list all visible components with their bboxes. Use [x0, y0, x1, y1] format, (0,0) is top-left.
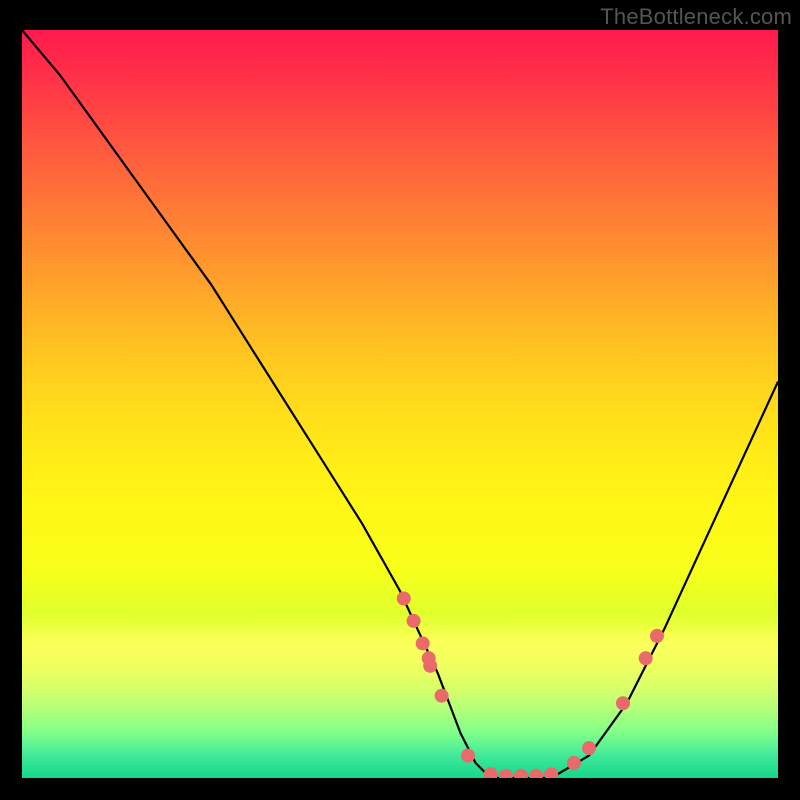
- curve-markers: [397, 592, 664, 779]
- curve-marker: [567, 756, 581, 770]
- curve-marker: [544, 767, 558, 778]
- chart-frame: TheBottleneck.com: [0, 0, 800, 800]
- watermark-text: TheBottleneck.com: [600, 4, 792, 30]
- curve-marker: [397, 592, 411, 606]
- curve-svg: [22, 30, 778, 778]
- curve-marker: [484, 767, 498, 778]
- bottleneck-curve: [22, 30, 778, 778]
- curve-marker: [514, 769, 528, 778]
- curve-marker: [529, 769, 543, 778]
- curve-marker: [407, 614, 421, 628]
- curve-marker: [435, 689, 449, 703]
- curve-marker: [582, 741, 596, 755]
- curve-marker: [639, 651, 653, 665]
- curve-marker: [416, 636, 430, 650]
- curve-marker: [461, 749, 475, 763]
- curve-marker: [616, 696, 630, 710]
- plot-area: [22, 30, 778, 778]
- curve-marker: [423, 659, 437, 673]
- curve-marker: [499, 769, 513, 778]
- curve-marker: [650, 629, 664, 643]
